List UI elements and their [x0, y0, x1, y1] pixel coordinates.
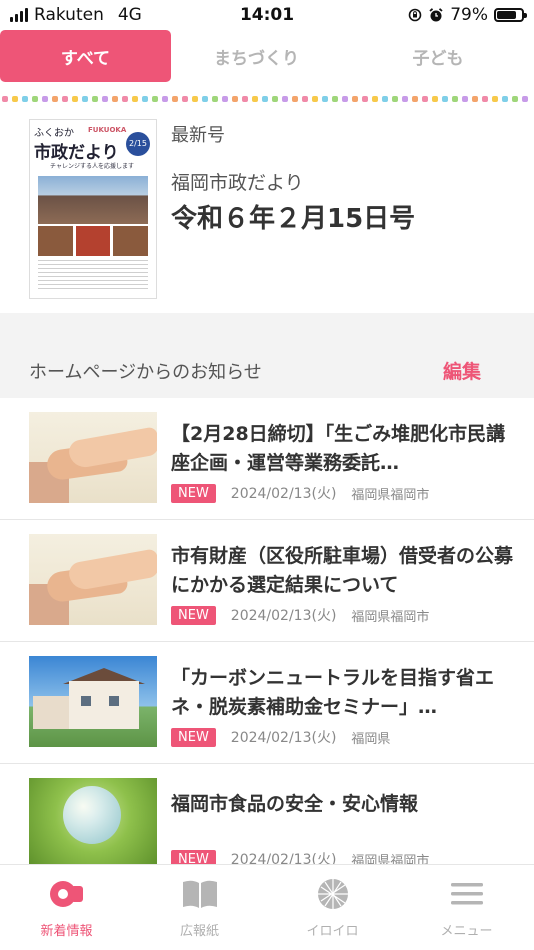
- nav-kohoshi[interactable]: 広報紙: [133, 865, 266, 950]
- news-thumbnail: [29, 412, 157, 503]
- news-date: 2024/02/13(火): [230, 730, 337, 746]
- nav-label: イロイロ: [306, 924, 359, 939]
- nav-label: メニュー: [440, 924, 493, 939]
- news-meta: NEW 2024/02/13(火) 福岡県福岡市: [171, 605, 429, 625]
- tab-all[interactable]: すべて: [0, 30, 171, 82]
- new-badge: NEW: [171, 727, 216, 747]
- battery-percent: 79%: [450, 5, 488, 25]
- news-title: 【2月28日締切】「生ごみ堆肥化市民講座企画・運営等業務委託…: [171, 423, 506, 474]
- latest-issue-card[interactable]: ふくおか FUKUOKA 市政だより 2/15 チャレンジする人を応援します 最…: [0, 105, 534, 313]
- new-badge: NEW: [171, 483, 216, 503]
- nav-news[interactable]: 新着情報: [0, 865, 133, 950]
- section-title: ホームページからのお知らせ: [29, 362, 262, 383]
- cover-tagline: チャレンジする人を応援します: [50, 163, 134, 170]
- magazine-cover[interactable]: ふくおか FUKUOKA 市政だより 2/15 チャレンジする人を応援します: [29, 119, 157, 299]
- news-source: 福岡県: [351, 731, 391, 747]
- cover-title-main: 市政だより: [34, 143, 119, 163]
- alarm-icon: [429, 8, 443, 22]
- cover-photo: [38, 176, 148, 224]
- news-title: 市有財産（区役所駐車場）借受者の公募にかかる選定結果について: [171, 545, 514, 596]
- news-source: 福岡県福岡市: [351, 487, 430, 503]
- cover-title-en: FUKUOKA: [88, 126, 127, 134]
- status-icons: 79%: [408, 5, 527, 25]
- news-item[interactable]: 【2月28日締切】「生ごみ堆肥化市民講座企画・運営等業務委託… NEW 2024…: [0, 398, 534, 520]
- bottom-nav: 新着情報 広報紙 イロイロ メニュー: [0, 864, 534, 950]
- issue-title[interactable]: 令和６年２月15日号: [171, 198, 415, 235]
- globe-grid-icon: [318, 879, 348, 909]
- battery-icon: [494, 8, 527, 22]
- decorative-border: [0, 96, 534, 104]
- news-item[interactable]: 市有財産（区役所駐車場）借受者の公募にかかる選定結果について NEW 2024/…: [0, 520, 534, 642]
- nav-menu[interactable]: メニュー: [400, 865, 533, 950]
- news-title: 福岡市食品の安全・安心情報: [171, 793, 419, 815]
- cover-photo-row: [38, 226, 149, 256]
- edit-button[interactable]: 編集: [443, 357, 481, 384]
- cover-text-block: [38, 260, 148, 290]
- news-title: 「カーボンニュートラルを目指す省エネ・脱炭素補助金セミナー」…: [171, 667, 495, 718]
- megaphone-icon: [50, 881, 83, 907]
- cover-title-top: ふくおか: [34, 128, 74, 139]
- nav-iroiro[interactable]: イロイロ: [266, 865, 399, 950]
- section-header: [0, 313, 534, 398]
- publication-name: 福岡市政だより: [171, 172, 304, 194]
- menu-icon: [451, 883, 483, 905]
- nav-label: 広報紙: [179, 924, 219, 939]
- nav-label: 新着情報: [40, 924, 93, 939]
- new-badge: NEW: [171, 605, 216, 625]
- latest-label: 最新号: [171, 125, 225, 146]
- tab-machizukuri[interactable]: まちづくり: [171, 30, 342, 82]
- book-icon: [183, 880, 217, 908]
- news-thumbnail: [29, 534, 157, 625]
- category-tabs: すべて まちづくり 子ども: [0, 30, 534, 84]
- news-thumbnail: [29, 656, 157, 747]
- battery-level: [497, 11, 516, 19]
- news-meta: NEW 2024/02/13(火) 福岡県: [171, 727, 390, 747]
- news-thumbnail: [29, 778, 157, 869]
- news-source: 福岡県福岡市: [351, 609, 430, 625]
- news-meta: NEW 2024/02/13(火) 福岡県福岡市: [171, 483, 429, 503]
- news-date: 2024/02/13(火): [230, 486, 337, 502]
- cover-date-badge: 2/15: [126, 132, 150, 156]
- news-item[interactable]: 「カーボンニュートラルを目指す省エネ・脱炭素補助金セミナー」… NEW 2024…: [0, 642, 534, 764]
- tab-kodomo[interactable]: 子ども: [342, 30, 534, 82]
- news-date: 2024/02/13(火): [230, 608, 337, 624]
- rotation-lock-icon: [408, 8, 422, 22]
- status-bar: Rakuten 4G 14:01 79%: [0, 0, 534, 30]
